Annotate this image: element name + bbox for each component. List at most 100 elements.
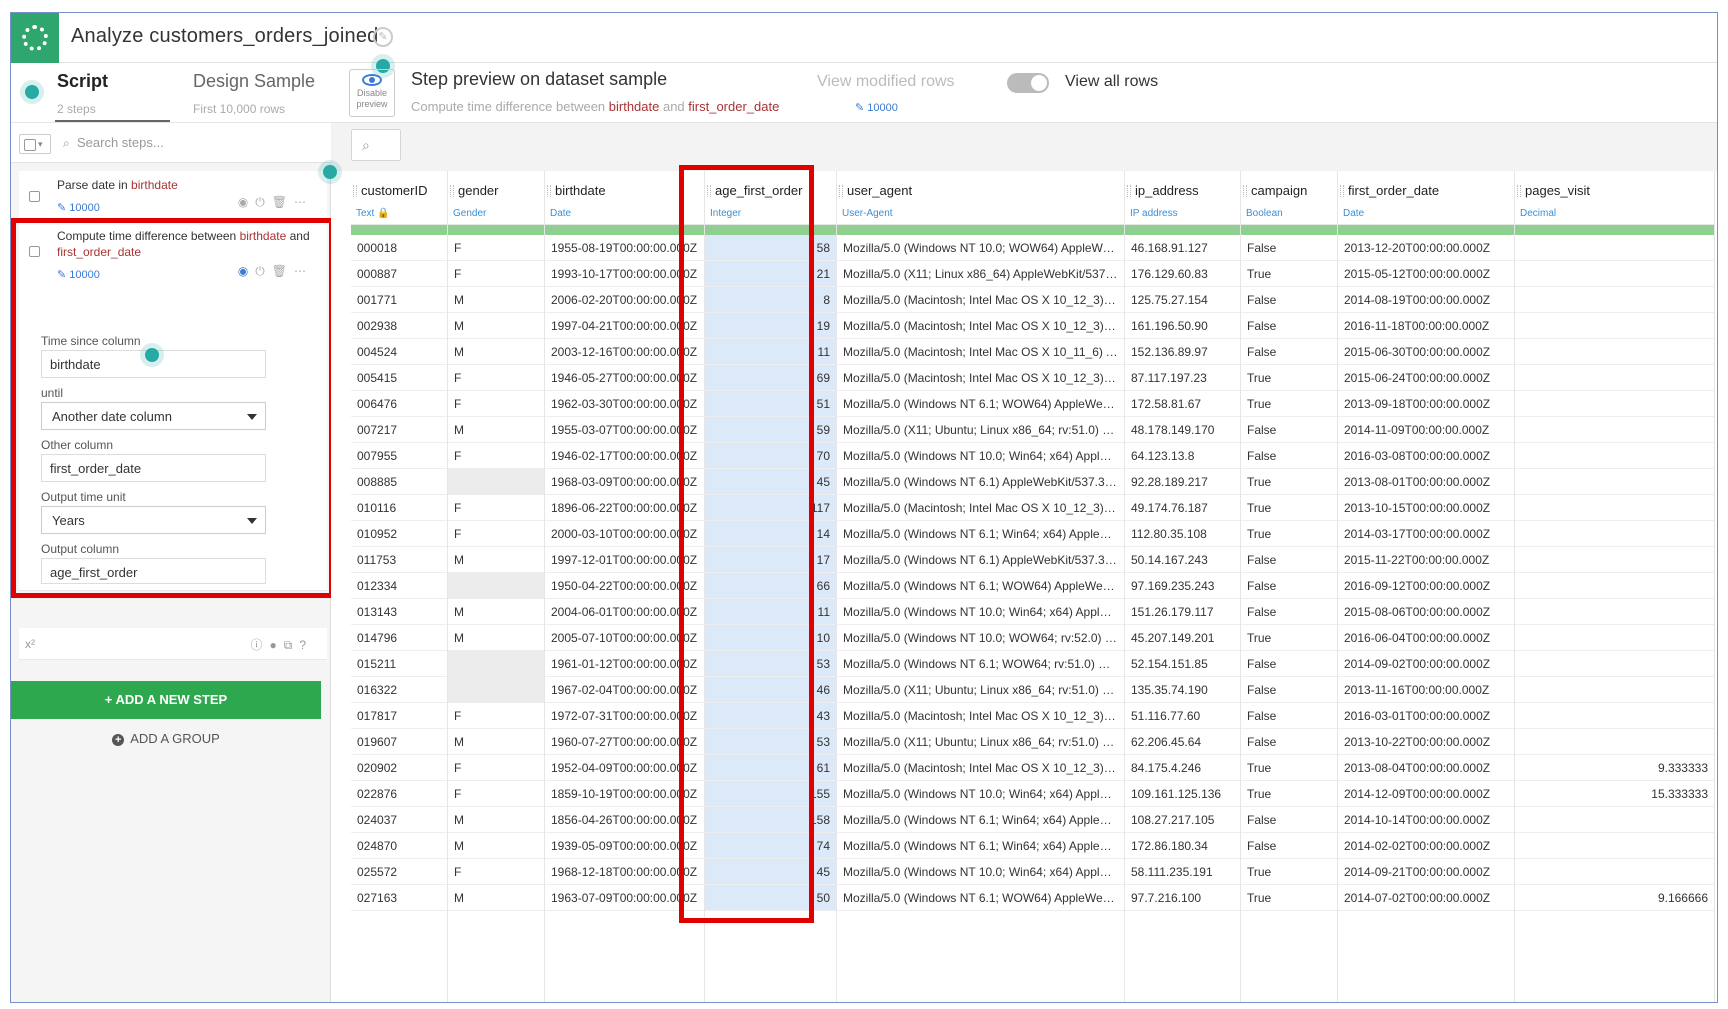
table-cell[interactable]: 53: [705, 651, 836, 677]
table-cell[interactable]: Mozilla/5.0 (Macintosh; Intel Mac OS X 1…: [837, 287, 1124, 313]
column-meaning[interactable]: Gender: [453, 208, 486, 219]
table-cell[interactable]: 1963-07-09T00:00:00.000Z: [545, 885, 704, 911]
table-cell[interactable]: 87.117.197.23: [1125, 365, 1240, 391]
column-header[interactable]: user_agent User-Agent: [837, 171, 1124, 225]
table-cell[interactable]: 014796: [351, 625, 447, 651]
table-cell[interactable]: 97.169.235.243: [1125, 573, 1240, 599]
table-cell[interactable]: True: [1241, 469, 1337, 495]
table-cell[interactable]: 15.333333: [1515, 781, 1714, 807]
table-cell[interactable]: 14: [705, 521, 836, 547]
table-cell[interactable]: Mozilla/5.0 (Windows NT 6.1; Win64; x64)…: [837, 521, 1124, 547]
table-cell[interactable]: 62.206.45.64: [1125, 729, 1240, 755]
table-cell[interactable]: 004524: [351, 339, 447, 365]
table-cell[interactable]: [1515, 365, 1714, 391]
table-cell[interactable]: 172.86.180.34: [1125, 833, 1240, 859]
table-cell[interactable]: [1515, 235, 1714, 261]
table-cell[interactable]: 50: [705, 885, 836, 911]
table-cell[interactable]: M: [448, 833, 544, 859]
table-cell[interactable]: F: [448, 495, 544, 521]
table-cell[interactable]: 1955-08-19T00:00:00.000Z: [545, 235, 704, 261]
table-cell[interactable]: 11: [705, 339, 836, 365]
table-cell[interactable]: 92.28.189.217: [1125, 469, 1240, 495]
table-cell[interactable]: 45: [705, 469, 836, 495]
table-cell[interactable]: F: [448, 391, 544, 417]
table-cell[interactable]: Mozilla/5.0 (Windows NT 6.1; Win64; x64)…: [837, 807, 1124, 833]
table-cell[interactable]: False: [1241, 677, 1337, 703]
table-cell[interactable]: 2014-10-14T00:00:00.000Z: [1338, 807, 1514, 833]
table-cell[interactable]: 020902: [351, 755, 447, 781]
table-cell[interactable]: 2005-07-10T00:00:00.000Z: [545, 625, 704, 651]
table-cell[interactable]: [1515, 391, 1714, 417]
column-meaning[interactable]: Text 🔒: [356, 208, 390, 219]
tour-hotspot[interactable]: [25, 85, 39, 99]
column-header[interactable]: pages_visit Decimal: [1515, 171, 1714, 225]
table-cell[interactable]: 2013-08-01T00:00:00.000Z: [1338, 469, 1514, 495]
table-cell[interactable]: [1515, 443, 1714, 469]
step-actions[interactable]: ◉⏻🗑⋯: [238, 264, 313, 279]
table-cell[interactable]: 2004-06-01T00:00:00.000Z: [545, 599, 704, 625]
table-cell[interactable]: 001771: [351, 287, 447, 313]
table-cell[interactable]: [1515, 495, 1714, 521]
table-cell[interactable]: Mozilla/5.0 (Windows NT 6.1; WOW64) Appl…: [837, 391, 1124, 417]
table-cell[interactable]: 161.196.50.90: [1125, 313, 1240, 339]
table-cell[interactable]: F: [448, 365, 544, 391]
table-cell[interactable]: 2016-11-18T00:00:00.000Z: [1338, 313, 1514, 339]
view-all-rows-label[interactable]: View all rows: [1065, 73, 1158, 91]
table-cell[interactable]: 1993-10-17T00:00:00.000Z: [545, 261, 704, 287]
other-column-input[interactable]: first_order_date: [41, 454, 266, 482]
grid-search-button[interactable]: ⌕: [351, 129, 401, 161]
table-cell[interactable]: 11: [705, 599, 836, 625]
table-cell[interactable]: 2014-12-09T00:00:00.000Z: [1338, 781, 1514, 807]
drag-handle-icon[interactable]: [1517, 185, 1521, 197]
table-cell[interactable]: 002938: [351, 313, 447, 339]
table-cell[interactable]: 9.333333: [1515, 755, 1714, 781]
table-cell[interactable]: 027163: [351, 885, 447, 911]
table-cell[interactable]: 1950-04-22T00:00:00.000Z: [545, 573, 704, 599]
table-cell[interactable]: False: [1241, 443, 1337, 469]
dataiku-logo-icon[interactable]: [11, 13, 59, 63]
view-modified-rows-label[interactable]: View modified rows: [817, 73, 955, 91]
table-cell[interactable]: False: [1241, 599, 1337, 625]
table-cell[interactable]: 2014-09-21T00:00:00.000Z: [1338, 859, 1514, 885]
table-cell[interactable]: Mozilla/5.0 (X11; Ubuntu; Linux x86_64; …: [837, 677, 1124, 703]
table-cell[interactable]: 024037: [351, 807, 447, 833]
table-cell[interactable]: 51.116.77.60: [1125, 703, 1240, 729]
table-cell[interactable]: 59: [705, 417, 836, 443]
table-cell[interactable]: 022876: [351, 781, 447, 807]
table-cell[interactable]: Mozilla/5.0 (Windows NT 6.1; WOW64; rv:5…: [837, 651, 1124, 677]
tour-hotspot[interactable]: [145, 348, 159, 362]
table-cell[interactable]: 2013-12-20T00:00:00.000Z: [1338, 235, 1514, 261]
tour-hotspot[interactable]: [323, 165, 337, 179]
add-new-step-button[interactable]: + ADD A NEW STEP: [11, 681, 321, 719]
view-rows-toggle[interactable]: [1007, 73, 1049, 93]
drag-handle-icon[interactable]: [353, 185, 357, 197]
table-cell[interactable]: True: [1241, 781, 1337, 807]
column-meaning[interactable]: Integer: [710, 208, 741, 219]
table-cell[interactable]: Mozilla/5.0 (Windows NT 6.1) AppleWebKit…: [837, 469, 1124, 495]
table-cell[interactable]: 017817: [351, 703, 447, 729]
table-cell[interactable]: 49.174.76.187: [1125, 495, 1240, 521]
table-cell[interactable]: Mozilla/5.0 (Macintosh; Intel Mac OS X 1…: [837, 495, 1124, 521]
table-cell[interactable]: 1997-04-21T00:00:00.000Z: [545, 313, 704, 339]
table-cell[interactable]: F: [448, 859, 544, 885]
table-cell[interactable]: 1972-07-31T00:00:00.000Z: [545, 703, 704, 729]
table-cell[interactable]: 48.178.149.170: [1125, 417, 1240, 443]
tab-design-sample[interactable]: Design Sample First 10,000 rows: [193, 71, 315, 116]
table-cell[interactable]: 019607: [351, 729, 447, 755]
table-cell[interactable]: M: [448, 807, 544, 833]
table-cell[interactable]: 53: [705, 729, 836, 755]
step-checkbox[interactable]: [29, 191, 40, 202]
table-cell[interactable]: 015211: [351, 651, 447, 677]
table-cell[interactable]: [1515, 625, 1714, 651]
table-cell[interactable]: 155: [705, 781, 836, 807]
column-header[interactable]: customerID Text 🔒: [351, 171, 447, 225]
drag-handle-icon[interactable]: [1243, 185, 1247, 197]
drag-handle-icon[interactable]: [547, 185, 551, 197]
table-cell[interactable]: 1962-03-30T00:00:00.000Z: [545, 391, 704, 417]
table-cell[interactable]: True: [1241, 755, 1337, 781]
table-cell[interactable]: M: [448, 313, 544, 339]
table-cell[interactable]: [1515, 833, 1714, 859]
table-cell[interactable]: True: [1241, 859, 1337, 885]
table-cell[interactable]: True: [1241, 885, 1337, 911]
table-cell[interactable]: 125.75.27.154: [1125, 287, 1240, 313]
